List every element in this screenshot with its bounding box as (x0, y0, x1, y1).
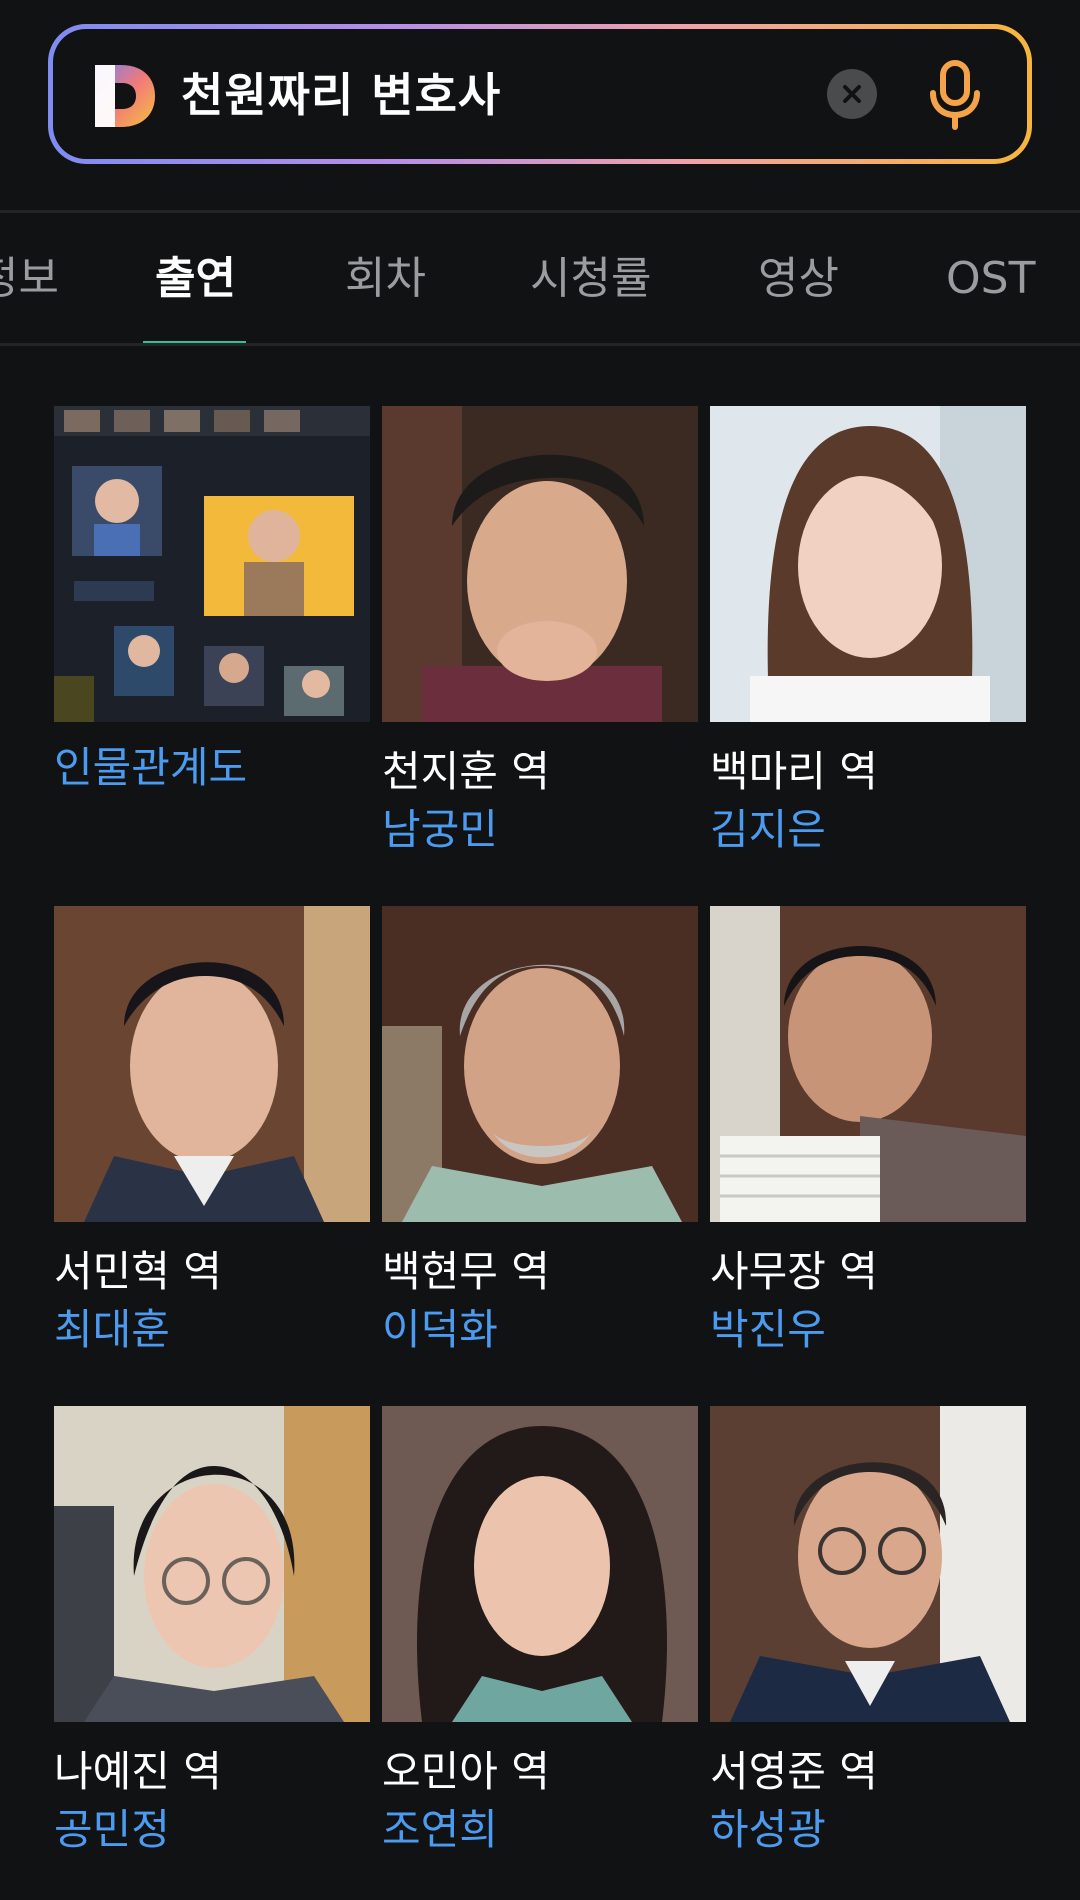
relationship-chart-image[interactable] (54, 406, 370, 722)
cast-photo[interactable] (710, 406, 1026, 722)
cast-role: 오민아 역 (382, 1747, 550, 1796)
cast-role: 서민혁 역 (54, 1247, 222, 1296)
cast-photo[interactable] (382, 1406, 698, 1722)
cast-role: 백마리 역 (710, 747, 878, 796)
tab-episodes[interactable]: 회차 (345, 249, 426, 309)
cast-actor-link[interactable]: 김지은 (710, 802, 826, 858)
cast-photo[interactable] (710, 906, 1026, 1222)
cast-role: 천지훈 역 (382, 747, 550, 796)
cast-role: 나예진 역 (54, 1747, 222, 1796)
cast-role: 사무장 역 (710, 1247, 878, 1296)
microphone-icon[interactable] (925, 59, 985, 131)
cast-actor-link[interactable]: 이덕화 (382, 1302, 498, 1358)
cast-photo[interactable] (382, 906, 698, 1222)
cast-actor-link[interactable]: 최대훈 (54, 1302, 170, 1358)
tab-videos[interactable]: 영상 (758, 249, 839, 309)
close-icon (843, 85, 861, 103)
tab-info[interactable]: 정보 (0, 249, 59, 309)
cast-photo[interactable] (54, 906, 370, 1222)
tab-ost[interactable]: OST (946, 249, 1035, 309)
tab-cast[interactable]: 출연 (155, 249, 236, 309)
cast-actor-link[interactable]: 조연희 (382, 1802, 498, 1858)
cast-role: 백현무 역 (382, 1247, 550, 1296)
cast-actor-link[interactable]: 하성광 (710, 1802, 826, 1858)
search-query-text[interactable]: 천원짜리 변호사 (181, 57, 501, 133)
tab-ratings[interactable]: 시청률 (530, 249, 651, 309)
tab-bar: 정보 출연 회차 시청률 영상 OST (0, 213, 1080, 345)
cast-actor-link[interactable]: 박진우 (710, 1302, 826, 1358)
cast-photo[interactable] (382, 406, 698, 722)
cast-actor-link[interactable]: 공민정 (54, 1802, 170, 1858)
cast-photo[interactable] (710, 1406, 1026, 1722)
cast-photo[interactable] (54, 1406, 370, 1722)
clear-search-button[interactable] (827, 69, 877, 119)
cast-actor-link[interactable]: 남궁민 (382, 802, 498, 858)
search-bar-inner: 천원짜리 변호사 (53, 29, 1027, 159)
tabs-divider (0, 343, 1080, 346)
relationship-chart-link[interactable]: 인물관계도 (54, 740, 247, 796)
search-bar[interactable]: 천원짜리 변호사 (48, 24, 1032, 164)
daum-d-logo-icon[interactable] (89, 61, 159, 131)
cast-role: 서영준 역 (710, 1747, 878, 1796)
